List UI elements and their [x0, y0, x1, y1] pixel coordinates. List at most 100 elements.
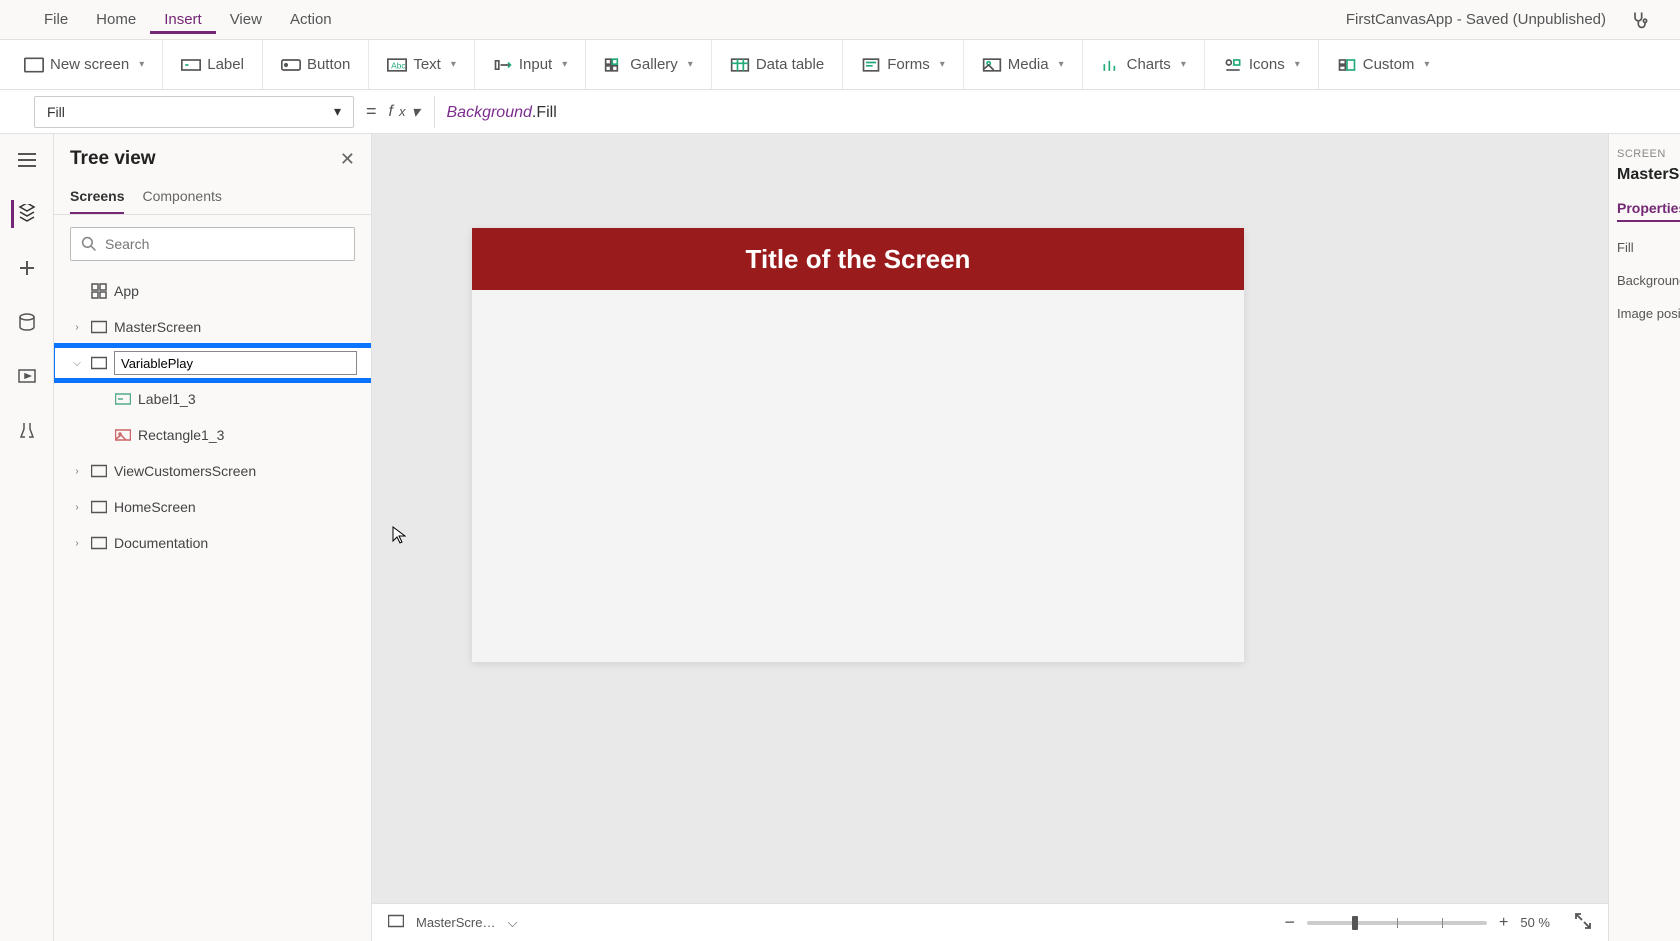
property-selector[interactable]: Fill ▾ — [34, 96, 354, 128]
menu-file[interactable]: File — [30, 5, 82, 34]
rail-tools[interactable] — [13, 416, 41, 444]
equals-sign: = — [366, 101, 377, 122]
tree-node-label: HomeScreen — [114, 499, 196, 515]
chevron-down-icon: ▾ — [940, 59, 945, 70]
screen-icon — [24, 56, 44, 74]
rail-hamburger[interactable] — [13, 146, 41, 174]
tree-node-renaming[interactable]: ⌵ — [54, 345, 371, 381]
chevron-down-icon[interactable]: ⌵ — [70, 358, 84, 369]
ribbon-gallery-label: Gallery — [630, 56, 678, 73]
tree-node-label: App — [114, 283, 139, 299]
ribbon-new-screen[interactable]: New screen ▾ — [24, 40, 163, 89]
tree-node-documentation[interactable]: › Documentation — [54, 525, 371, 561]
screen-icon — [90, 498, 108, 516]
tree-view-panel: Tree view ✕ Screens Components App › Mas… — [54, 134, 372, 941]
ribbon-text-label: Text — [413, 56, 441, 73]
canvas-area[interactable]: Title of the Screen MasterScre… ⌵ − + 50… — [372, 134, 1608, 941]
chevron-down-icon: ▾ — [411, 102, 419, 122]
formula-input[interactable]: Background.Fill — [435, 102, 1680, 122]
stethoscope-icon[interactable] — [1630, 10, 1650, 30]
zoom-out-button[interactable]: − — [1285, 912, 1296, 933]
screen-icon — [90, 354, 108, 372]
zoom-in-button[interactable]: + — [1499, 914, 1508, 932]
formula-bar: Fill ▾ = fx ▾ Background.Fill — [0, 90, 1680, 134]
ribbon-button[interactable]: Button — [263, 40, 369, 89]
screen-icon — [90, 462, 108, 480]
tree-node-label: Documentation — [114, 535, 208, 551]
tab-screens[interactable]: Screens — [70, 180, 124, 214]
tree-node-app[interactable]: App — [54, 273, 371, 309]
ribbon-new-screen-label: New screen — [50, 56, 129, 73]
data-table-icon — [730, 56, 750, 74]
tree-node-masterscreen[interactable]: › MasterScreen — [54, 309, 371, 345]
fit-to-window-button[interactable] — [1574, 912, 1592, 933]
canvas-title-banner[interactable]: Title of the Screen — [472, 228, 1244, 290]
ribbon-data-table-label: Data table — [756, 56, 824, 73]
search-box[interactable] — [70, 227, 355, 261]
rail-data[interactable] — [13, 308, 41, 336]
chevron-right-icon[interactable]: › — [70, 322, 84, 333]
tree-node-homescreen[interactable]: › HomeScreen — [54, 489, 371, 525]
gallery-icon — [604, 56, 624, 74]
ribbon-charts[interactable]: Charts ▾ — [1083, 40, 1205, 89]
tree-node-label: Label1_3 — [138, 391, 196, 407]
property-row-fill[interactable]: Fill — [1617, 240, 1672, 255]
chevron-right-icon[interactable]: › — [70, 466, 84, 477]
rail-insert[interactable] — [13, 254, 41, 282]
ribbon-data-table[interactable]: Data table — [712, 40, 843, 89]
ribbon-media-label: Media — [1008, 56, 1049, 73]
tab-components[interactable]: Components — [142, 180, 221, 214]
search-input[interactable] — [105, 236, 344, 252]
chevron-right-icon[interactable]: › — [70, 502, 84, 513]
menu-view[interactable]: View — [216, 5, 276, 34]
ribbon-charts-label: Charts — [1127, 56, 1171, 73]
menu-action[interactable]: Action — [276, 5, 346, 34]
property-row-image-position[interactable]: Image posit — [1617, 306, 1672, 321]
zoom-slider[interactable] — [1307, 921, 1487, 925]
tab-properties[interactable]: Properties — [1617, 200, 1680, 222]
ribbon-input[interactable]: Input ▾ — [475, 40, 586, 89]
input-icon — [493, 56, 513, 74]
rail-tree-view[interactable] — [11, 200, 39, 228]
rename-input[interactable] — [114, 351, 357, 375]
chevron-down-icon: ▾ — [139, 59, 144, 70]
ribbon-custom[interactable]: Custom ▾ — [1319, 40, 1448, 89]
icons-icon — [1223, 56, 1243, 74]
screen-icon — [90, 318, 108, 336]
ribbon-icons[interactable]: Icons ▾ — [1205, 40, 1319, 89]
tree-node-label: MasterScreen — [114, 319, 201, 335]
ribbon-media[interactable]: Media ▾ — [964, 40, 1083, 89]
rail-media[interactable] — [13, 362, 41, 390]
ribbon-forms-label: Forms — [887, 56, 930, 73]
media-icon — [982, 56, 1002, 74]
rectangle-icon — [114, 426, 132, 444]
charts-icon — [1101, 56, 1121, 74]
label-icon — [114, 390, 132, 408]
property-row-background[interactable]: Background — [1617, 273, 1672, 288]
ribbon-label[interactable]: Label — [163, 40, 263, 89]
chevron-down-icon: ▾ — [1059, 59, 1064, 70]
menu-bar: File Home Insert View Action FirstCanvas… — [0, 0, 1680, 40]
status-screen-name[interactable]: MasterScre… — [416, 915, 495, 930]
svg-text:Abc: Abc — [391, 60, 405, 70]
tree-node-label-child[interactable]: Label1_3 — [54, 381, 371, 417]
tree-node-viewcustomers[interactable]: › ViewCustomersScreen — [54, 453, 371, 489]
menu-home[interactable]: Home — [82, 5, 150, 34]
close-icon[interactable]: ✕ — [340, 149, 355, 170]
ribbon-text[interactable]: Abc Text ▾ — [369, 40, 475, 89]
tree-list: App › MasterScreen ⌵ Label1_3 — [54, 273, 371, 941]
screen-canvas[interactable]: Title of the Screen — [472, 228, 1244, 662]
properties-object-name: MasterScre — [1617, 166, 1672, 184]
tree-node-label: Rectangle1_3 — [138, 427, 224, 443]
app-icon — [90, 282, 108, 300]
fx-button[interactable]: fx ▾ — [389, 96, 435, 128]
custom-icon — [1337, 56, 1357, 74]
ribbon-forms[interactable]: Forms ▾ — [843, 40, 964, 89]
zoom-slider-thumb[interactable] — [1352, 916, 1358, 930]
menu-insert[interactable]: Insert — [150, 5, 216, 34]
tree-node-rectangle-child[interactable]: Rectangle1_3 — [54, 417, 371, 453]
chevron-right-icon[interactable]: › — [70, 538, 84, 549]
chevron-down-icon[interactable]: ⌵ — [507, 915, 517, 931]
ribbon: New screen ▾ Label Button Abc Text ▾ Inp… — [0, 40, 1680, 90]
ribbon-gallery[interactable]: Gallery ▾ — [586, 40, 712, 89]
